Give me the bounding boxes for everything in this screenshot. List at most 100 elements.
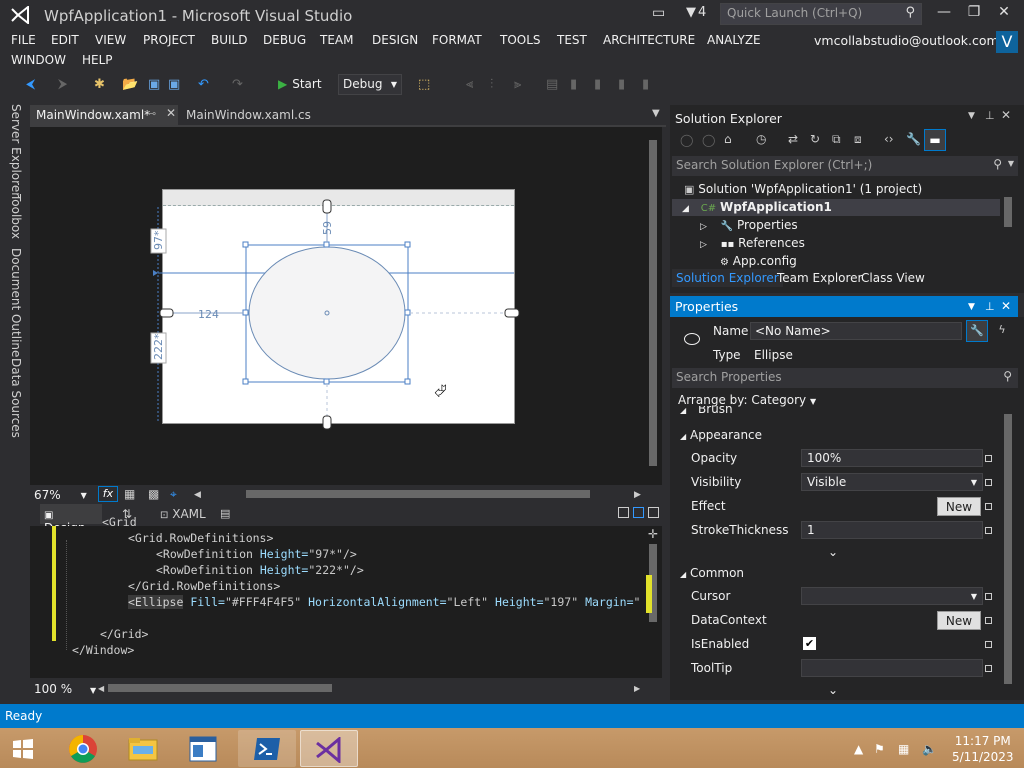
taskbar-powershell[interactable] [238,730,296,767]
next-bookmark-icon[interactable]: ▮ [618,77,625,92]
properties-vscroll-thumb[interactable] [1004,414,1012,684]
quick-launch-input[interactable]: Quick Launch (Ctrl+Q) ⚲ [720,3,922,25]
tab-team-explorer[interactable]: Team Explorer [777,271,863,285]
undo-icon[interactable]: ↶ [198,77,209,92]
close-icon[interactable]: ✕ [1001,108,1011,122]
menu-file[interactable]: FILE [11,33,36,47]
clear-bookmarks-icon[interactable]: ▮ [642,77,649,92]
save-icon[interactable]: ▣ [148,77,160,92]
pin-icon[interactable]: ⊸ [147,107,156,120]
tree-item-properties[interactable]: ▷ 🔧 Properties [700,218,798,232]
advanced-marker-icon[interactable] [985,503,992,510]
menu-team[interactable]: TEAM [320,33,353,47]
chevron-down-icon[interactable]: ▼ [968,302,975,312]
restore-button[interactable]: ❐ [960,4,988,26]
menu-edit[interactable]: EDIT [51,33,79,47]
menu-test[interactable]: TEST [557,33,587,47]
solution-vscroll-thumb[interactable] [1004,197,1012,227]
selected-ellipse[interactable] [248,246,406,380]
advanced-marker-icon[interactable] [985,527,992,534]
cursor-select[interactable]: ▼ [801,587,983,605]
ellipse-adorners[interactable]: 97* 222* 59 124 [150,198,522,434]
chevron-down-icon[interactable]: ▼ [652,108,660,119]
category-common[interactable]: ◢ Common [680,566,744,580]
resize-handle-bl[interactable] [242,378,249,385]
category-appearance[interactable]: ◢ Appearance [680,428,762,442]
menu-analyze[interactable]: ANALYZE [707,33,761,47]
code-line-rowdefs-open[interactable]: <Grid.RowDefinitions> [128,531,273,545]
collapse-all-icon[interactable]: ⧉ [832,132,841,147]
back-icon[interactable]: ◯ [680,133,693,147]
code-line-rowdef-1[interactable]: <RowDefinition Height="97*"/> [156,547,357,561]
code-line-ellipse[interactable]: <Ellipse Fill="#FFF4F4F5" HorizontalAlig… [128,595,640,609]
show-hidden-icons-icon[interactable]: ▲ [854,742,863,756]
back-icon[interactable]: ⮜ [26,77,35,92]
comment-icon[interactable]: ▤ [546,77,558,92]
forward-icon[interactable]: ⮞ [58,77,67,92]
datacontext-new-button[interactable]: New [937,611,981,630]
code-line-window-close[interactable]: </Window> [72,643,134,657]
avatar[interactable]: V [996,31,1018,53]
resize-handle-r[interactable] [404,309,411,316]
collapse-pane-icon[interactable] [648,507,659,518]
close-icon[interactable]: ✕ [1001,299,1011,313]
document-outline-tab[interactable]: Document Outline [9,248,23,357]
taskbar-clock[interactable]: 11:17 PM 5/11/2023 [952,733,1014,765]
view-code-icon[interactable]: ‹› [884,132,894,146]
tab-xaml[interactable]: ⊡ XAML [160,507,206,521]
resize-handle-tr[interactable] [404,241,411,248]
tab-design[interactable]: ▣ Design [40,504,102,535]
menu-tools[interactable]: TOOLS [500,33,541,47]
advanced-marker-icon[interactable] [985,665,992,672]
home-icon[interactable]: ⌂ [724,132,732,146]
properties-wrench-icon[interactable]: 🔧 [906,132,921,146]
properties-search-input[interactable]: Search Properties ⚲ [672,368,1018,388]
menu-format[interactable]: FORMAT [432,33,482,47]
tab-class-view[interactable]: Class View [861,271,925,285]
menu-view[interactable]: VIEW [95,33,126,47]
bookmark-icon[interactable]: ▮ [570,77,577,92]
designer-hscroll-thumb[interactable] [246,490,590,498]
effect-new-button[interactable]: New [937,497,981,516]
refresh-icon[interactable]: ↻ [810,132,820,146]
account-name[interactable]: vmcollabstudio@outlook.com ▼ [814,33,1016,48]
taskbar-file-explorer[interactable] [114,730,172,767]
popout-xaml-icon[interactable]: ▤ [220,507,230,520]
notification-icon[interactable]: ▭ [652,5,665,21]
align-right-icon[interactable]: ⫸ [514,77,521,92]
server-explorer-tab[interactable]: Server Explorer [9,104,23,197]
tooltip-input[interactable] [801,659,983,677]
opacity-input[interactable]: 100% [801,449,983,467]
horizontal-split-icon[interactable] [633,507,644,518]
start-debugging-button[interactable]: ▶ Start [278,77,322,91]
redo-icon[interactable]: ↷ [232,77,243,92]
close-button[interactable]: ✕ [990,4,1018,26]
action-center-flag-icon[interactable]: ⚑ [874,742,885,756]
code-line-grid-open[interactable]: <Grid [102,515,137,529]
chevron-down-icon[interactable]: ▼ [968,111,975,121]
menu-build[interactable]: BUILD [211,33,247,47]
menu-project[interactable]: PROJECT [143,33,195,47]
toolbox-tab[interactable]: Toolbox [9,194,23,239]
arrange-by-dropdown[interactable]: Arrange by: Category ▼ [678,393,816,407]
code-zoom-select[interactable]: 100 % ▼ [34,682,96,696]
visibility-select[interactable]: Visible ▼ [801,473,983,491]
advanced-marker-icon[interactable] [985,479,992,486]
align-left-icon[interactable]: ⫷ [466,77,473,92]
left-anchor-icon[interactable] [159,308,174,318]
category-brush-partial[interactable]: ◢ Brush [680,406,733,414]
resize-handle-l[interactable] [242,309,249,316]
name-input[interactable]: <No Name> [750,322,962,340]
menu-architecture[interactable]: ARCHITECTURE [603,33,695,47]
open-file-icon[interactable]: 📂 [122,77,138,92]
top-anchor-icon[interactable] [322,199,332,214]
prev-bookmark-icon[interactable]: ▮ [594,77,601,92]
scroll-right-icon[interactable]: ▶ [634,490,641,500]
solution-search-input[interactable]: Search Solution Explorer (Ctrl+;) ⚲ ▼ [672,156,1018,176]
resize-handle-tl[interactable] [242,241,249,248]
network-icon[interactable]: ▦ [898,742,909,756]
advanced-marker-icon[interactable] [985,455,992,462]
tree-item-references[interactable]: ▷ ▪▪ References [700,236,805,250]
align-center-icon[interactable]: ⫶ [490,77,493,92]
resize-handle-b[interactable] [323,378,330,385]
